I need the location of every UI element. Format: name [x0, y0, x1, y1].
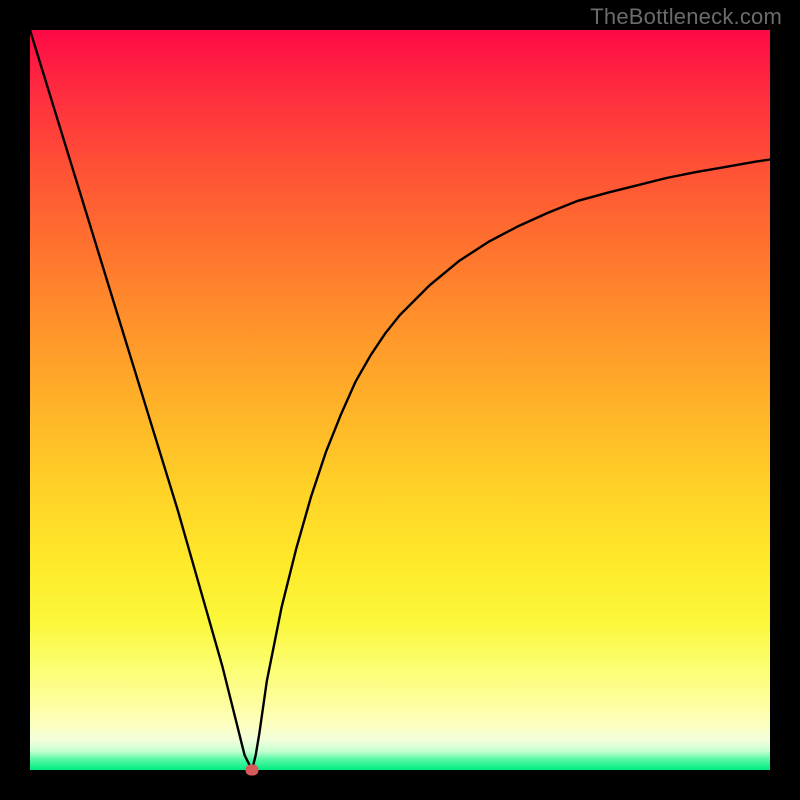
chart-container: TheBottleneck.com — [0, 0, 800, 800]
trough-marker-icon — [246, 765, 259, 776]
bottleneck-curve — [30, 30, 770, 770]
watermark-text: TheBottleneck.com — [590, 4, 782, 30]
plot-area — [30, 30, 770, 770]
